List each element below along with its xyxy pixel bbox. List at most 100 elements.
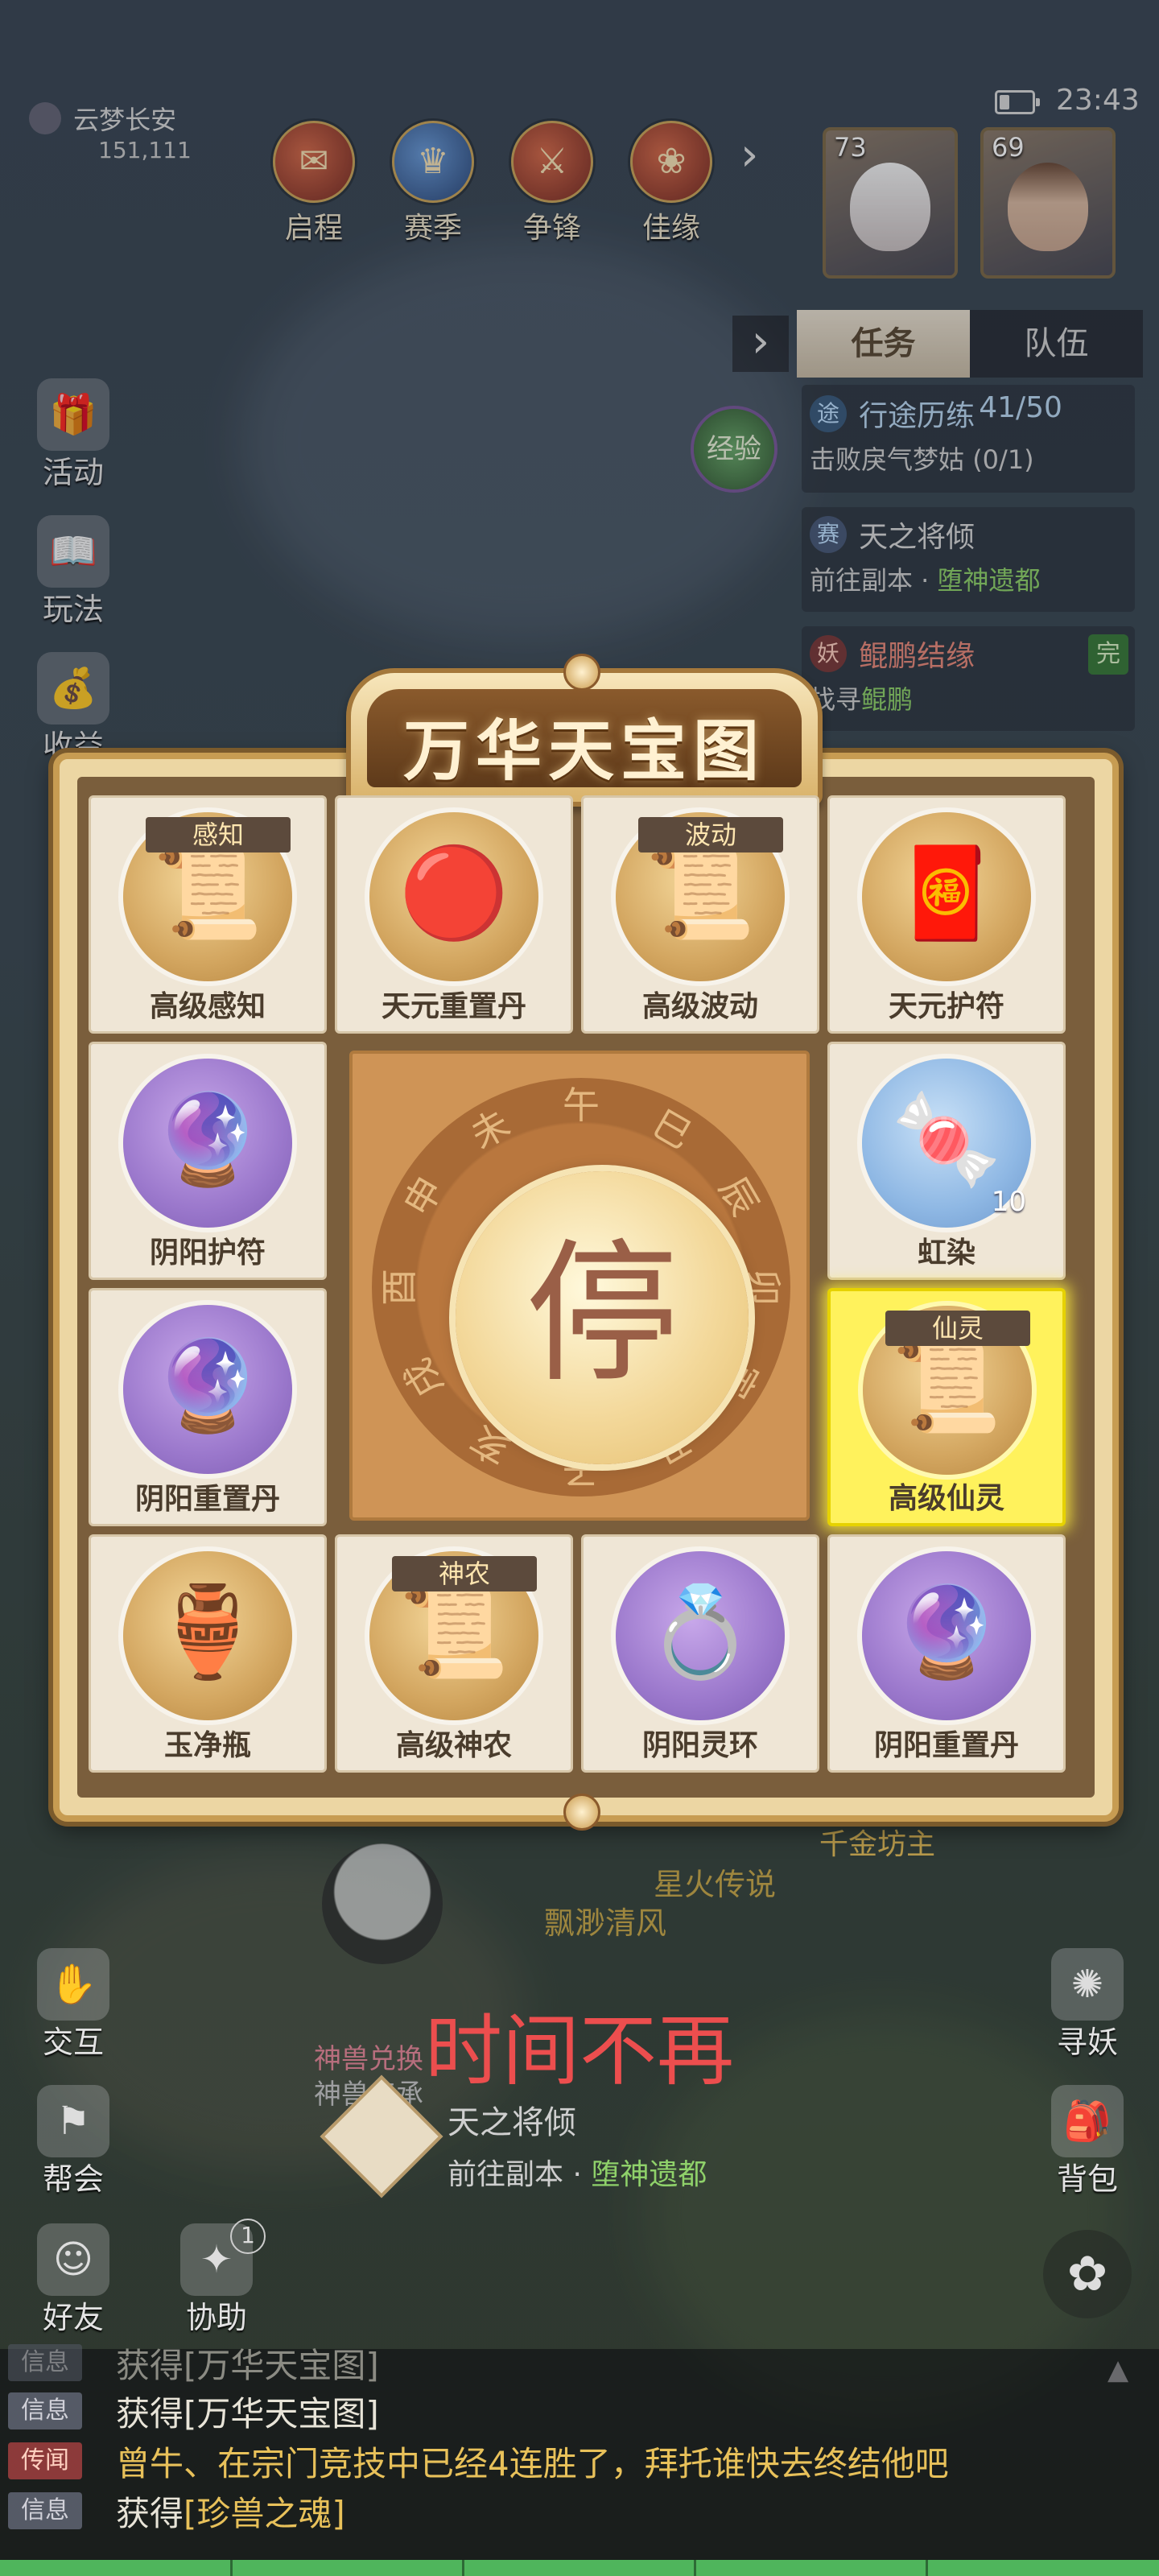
reward-cell[interactable]: 📜 神农高级神农 (335, 1534, 573, 1773)
friends-icon: ☺ (37, 2223, 109, 2296)
btn-seek-monster[interactable]: ✺ 寻妖 (1043, 1948, 1132, 2062)
btn-assist[interactable]: ✦ 协助 1 (172, 2219, 266, 2337)
reward-cell[interactable]: 🍬 10 虹染 (827, 1042, 1066, 1280)
zodiac-char: 午 (563, 1084, 600, 1127)
chat-text: 获得[万华天宝图] (116, 2387, 379, 2436)
chat-row: 信息 获得[万华天宝图] (8, 2339, 379, 2386)
chat-item: [万华天宝图] (184, 2345, 379, 2385)
reward-cell[interactable]: 🏺 玉净瓶 (89, 1534, 327, 1773)
chat-panel[interactable]: 信息 获得[万华天宝图] 信息 获得[万华天宝图] 传闻 曾牛、在宗门竞技中已经… (0, 2344, 1159, 2560)
reward-cell[interactable]: 🧧 天元护符 (827, 795, 1066, 1034)
zodiac-char: 酉 (377, 1269, 421, 1306)
vase-icon: 🏺 (152, 1580, 263, 1683)
side-label: 帮会 (42, 2161, 104, 2197)
stop-button[interactable]: 停 (456, 1171, 749, 1464)
scroll-icon: 📜 (891, 1335, 1002, 1438)
modal-title: 万华天宝图 (402, 712, 765, 790)
title-ornament (563, 654, 600, 691)
side-label: 协助 (185, 2300, 247, 2335)
zodiac-char: 申 (395, 1169, 452, 1224)
chat-text: 获得[珍兽之魂] (116, 2487, 345, 2536)
btn-guild[interactable]: ⚑ 帮会 (29, 2085, 118, 2198)
item-name: 天元重置丹 (381, 990, 526, 1023)
stop-label: 停 (525, 1225, 678, 1403)
item-name: 阴阳重置丹 (873, 1729, 1019, 1762)
item-name: 阴阳护符 (149, 1236, 266, 1269)
chat-item: [珍兽之魂] (184, 2493, 345, 2533)
bottom-quest[interactable]: 天之将倾 前往副本 · 堕神遗都 (448, 2096, 707, 2193)
chat-prefix: 获得 (116, 2493, 184, 2533)
item-name: 高级神农 (395, 1729, 512, 1762)
zodiac-char: 巳 (645, 1101, 699, 1158)
assist-badge: 1 (230, 2219, 266, 2254)
scroll-icon: 📜 (645, 841, 756, 944)
chat-row: 传闻 曾牛、在宗门竞技中已经4连胜了，拜托谁快去终结他吧 (8, 2438, 949, 2484)
reward-cell[interactable]: 🔮 阴阳护符 (89, 1042, 327, 1280)
caption: 时间不再 (425, 2008, 734, 2095)
quest-subtitle: 前往副本 · 堕神遗都 (448, 2151, 707, 2193)
btn-interact[interactable]: ✋ 交互 (29, 1948, 118, 2062)
item-name: 天元护符 (888, 990, 1004, 1023)
zodiac-dial: 亥戌酉申未午巳辰卯寅丑子 停 (372, 1078, 790, 1496)
settings-flower-icon[interactable]: ✿ (1043, 2230, 1132, 2318)
reward-cell[interactable]: 📜 感知高级感知 (89, 795, 327, 1034)
zodiac-char: 戌 (395, 1351, 452, 1406)
item-count: 10 (991, 1186, 1026, 1218)
item-name: 阴阳重置丹 (134, 1483, 280, 1516)
item-name: 虹染 (917, 1236, 975, 1269)
chat-prefix: 获得 (116, 2393, 184, 2434)
quest-title: 天之将倾 (448, 2104, 576, 2141)
reward-cell[interactable]: 📜 波动高级波动 (581, 795, 819, 1034)
reward-cell[interactable]: 🔮 阴阳重置丹 (89, 1288, 327, 1526)
reward-cell[interactable]: 🔮 阴阳重置丹 (827, 1534, 1066, 1773)
item-tag: 神农 (392, 1556, 537, 1591)
scroll-icon: 📜 (398, 1580, 509, 1683)
btn-backpack[interactable]: 🎒 背包 (1043, 2085, 1132, 2198)
purple-orb-icon: 🔮 (152, 1334, 263, 1437)
scroll-icon: 📜 (152, 841, 263, 944)
item-tag: 仙灵 (885, 1311, 1030, 1346)
swirl-icon: ✺ (1051, 1948, 1124, 2021)
side-label: 交互 (42, 2025, 104, 2060)
chat-text: 曾牛、在宗门竞技中已经4连胜了，拜托谁快去终结他吧 (116, 2443, 949, 2483)
bottom-progress-bar (0, 2560, 1159, 2576)
side-label: 背包 (1056, 2161, 1118, 2197)
bottom-ornament (563, 1794, 600, 1831)
red-orb-icon: 🔴 (398, 841, 509, 944)
backpack-icon: 🎒 (1051, 2085, 1124, 2157)
chat-text: 获得[万华天宝图] (116, 2339, 379, 2388)
item-name: 高级感知 (149, 990, 266, 1023)
dial-panel: 亥戌酉申未午巳辰卯寅丑子 停 (349, 1051, 810, 1521)
chat-tag: 信息 (8, 2392, 82, 2429)
chat-prefix: 获得 (116, 2345, 184, 2385)
ring-icon: 💍 (645, 1580, 756, 1683)
side-label: 寻妖 (1056, 2025, 1118, 2060)
item-name: 阴阳灵环 (641, 1729, 758, 1762)
reward-cell[interactable]: 📜 仙灵高级仙灵 (827, 1288, 1066, 1526)
red-amulet-icon: 🧧 (891, 841, 1002, 944)
zodiac-char: 未 (463, 1101, 518, 1158)
item-name: 高级波动 (641, 990, 758, 1023)
quest-sub-text: 前往副本 · (448, 2158, 592, 2191)
quest-sub-highlight: 堕神遗都 (591, 2158, 707, 2191)
chat-tag: 传闻 (8, 2442, 82, 2479)
item-name: 高级仙灵 (888, 1482, 1004, 1515)
chat-item: [万华天宝图] (184, 2393, 379, 2434)
guild-icon: ⚑ (37, 2085, 109, 2157)
item-tag: 波动 (638, 817, 783, 852)
chat-tag: 信息 (8, 2344, 82, 2381)
side-label: 好友 (42, 2300, 104, 2335)
btn-friends[interactable]: ☺ 好友 (29, 2223, 118, 2337)
chat-row: 信息 获得[珍兽之魂] (8, 2487, 345, 2534)
reward-cell[interactable]: 💍 阴阳灵环 (581, 1534, 819, 1773)
dye-icon: 🍬 (891, 1088, 1002, 1191)
item-name: 玉净瓶 (163, 1729, 251, 1762)
purple-orb-icon: 🔮 (891, 1580, 1002, 1683)
reward-cell[interactable]: 🔴 天元重置丹 (335, 795, 573, 1034)
chat-row: 信息 获得[万华天宝图] (8, 2388, 379, 2434)
chat-tag: 信息 (8, 2492, 82, 2529)
purple-amulet-icon: 🔮 (152, 1088, 263, 1191)
interact-icon: ✋ (37, 1948, 109, 2021)
zodiac-char: 辰 (710, 1169, 767, 1224)
item-tag: 感知 (146, 817, 291, 852)
